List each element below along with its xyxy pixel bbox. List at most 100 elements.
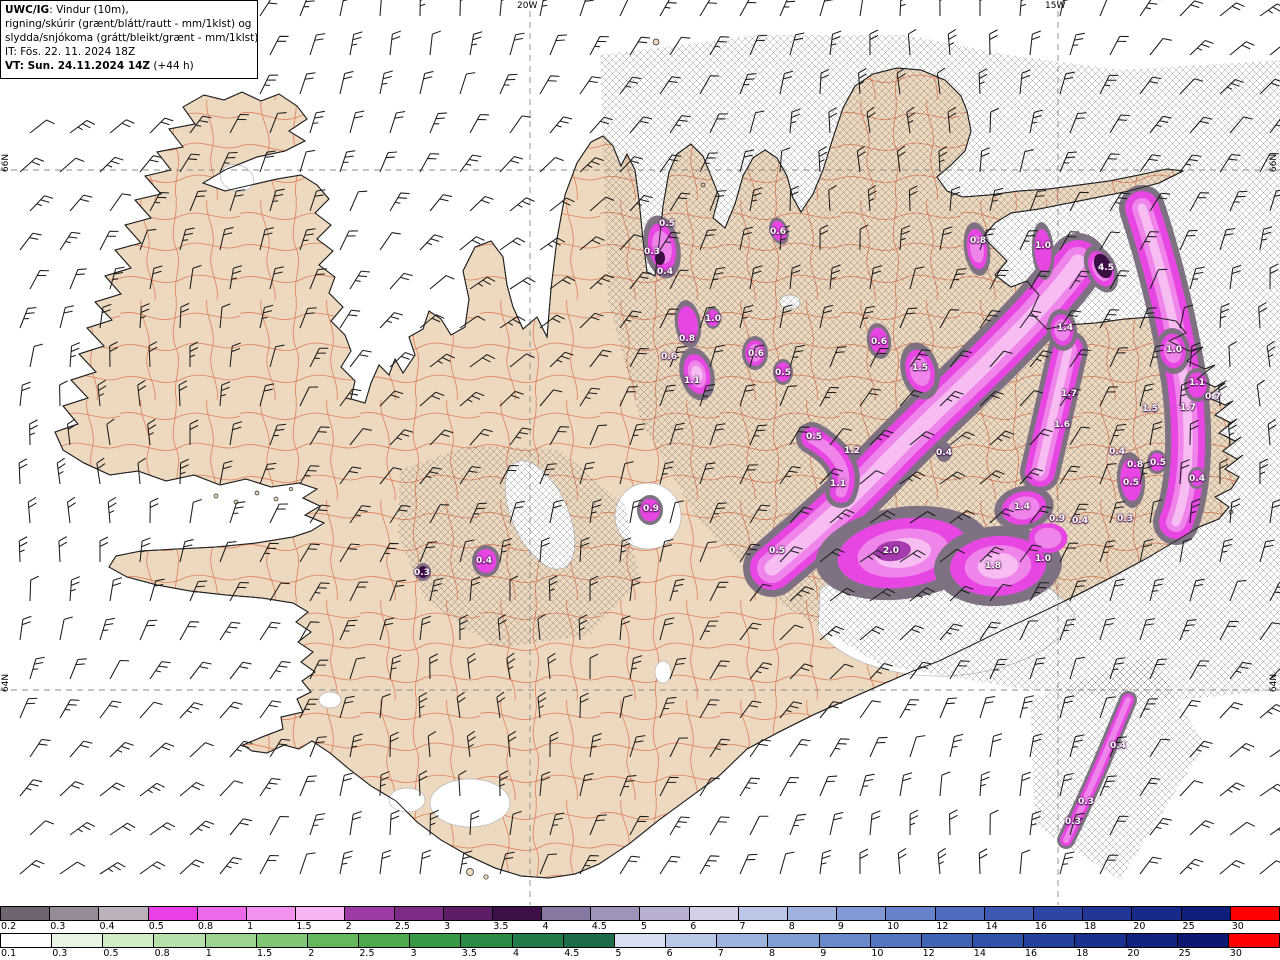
title-subtitle: : Vindur (10m), xyxy=(49,4,129,16)
legend-tick-label: 4.5 xyxy=(564,948,580,959)
legend-cell xyxy=(738,907,789,920)
legend-tick-label: 2.5 xyxy=(394,921,410,932)
legend-cell xyxy=(197,907,247,920)
lon-label-20w: 20W xyxy=(517,1,538,11)
legend-tick-label: 1 xyxy=(205,948,212,959)
legend-tick-label: 20 xyxy=(1127,948,1140,959)
legend-cell xyxy=(1,934,53,947)
legend-cell xyxy=(492,907,543,920)
legend-cell xyxy=(359,934,411,947)
legend-tick-label: 3 xyxy=(444,921,451,932)
snow-blob xyxy=(775,362,791,382)
legend-cell xyxy=(148,907,198,920)
legend-cell xyxy=(614,934,667,947)
island xyxy=(288,486,294,492)
lat-label-left-66n: 66N xyxy=(1,153,11,173)
legend-tick-label: 4.5 xyxy=(591,921,607,932)
legend-cell xyxy=(1230,907,1280,920)
weather-map-page: 0.5 0.3 0.4 0.6 0.8 1.0 4.5 1.0 0.8 0.6 1.1 0.6 0.5 0… xyxy=(0,0,1280,960)
legend-tick-label: 0.5 xyxy=(148,921,164,932)
legend-cell xyxy=(1034,907,1084,920)
title-box: UWC/IG: Vindur (10m), rigning/skúrir (gr… xyxy=(0,0,258,79)
legend-tick-label: 3.5 xyxy=(493,921,509,932)
legend-tick-label: 8 xyxy=(788,921,795,932)
legend-rain-ticks: 0.1 0.3 0.5 0.8 1 1.5 2 2.5 3 3.5 4 4.5 5 6 7 8 9 10 12 14 1… xyxy=(0,948,1280,960)
lat-label-right-66n: 66N xyxy=(1269,153,1279,173)
legend-cell xyxy=(443,907,493,920)
legend-rain-bar: 0.1 0.3 0.5 0.8 1 1.5 2 2.5 3 3.5 4 4.5 5 6 7 8 9 10 12 14 1… xyxy=(0,933,1280,960)
model-name: UWC/IG xyxy=(5,4,50,16)
valid-time-value: Sun. 24.11.2024 14Z xyxy=(27,59,151,72)
legend-cell xyxy=(1024,934,1076,947)
legend-tick-label: 3.5 xyxy=(461,948,477,959)
legend-cell xyxy=(99,907,149,920)
snow-blob xyxy=(707,309,719,327)
valid-time-label: VT: xyxy=(5,59,24,72)
legend-cell xyxy=(50,907,100,920)
island xyxy=(466,868,474,876)
legend-cell xyxy=(666,934,718,947)
legend-cell xyxy=(103,934,155,947)
legend-tick-label: 12 xyxy=(922,948,935,959)
legend-cell xyxy=(819,934,871,947)
legend-tick-label: 8 xyxy=(769,948,776,959)
snow-blob xyxy=(640,498,660,522)
lat-label-right-64n: 64N xyxy=(1269,673,1279,693)
glacier-myrdalsjokull xyxy=(429,778,511,828)
legend-cell xyxy=(205,934,257,947)
title-line-1: UWC/IG: Vindur (10m), xyxy=(5,4,251,18)
legend-tick-label: 0.3 xyxy=(50,921,66,932)
legend-tick-label: 2 xyxy=(345,921,352,932)
snow-blob xyxy=(1187,372,1207,398)
legend-tick-label: 3 xyxy=(410,948,417,959)
legend-tick-label: 0.4 xyxy=(99,921,115,932)
legend-cell xyxy=(1132,907,1182,920)
island xyxy=(652,38,660,46)
title-line-2: rigning/skúrir (grænt/blátt/rautt - mm/1… xyxy=(5,17,252,30)
island xyxy=(273,496,279,502)
legend-cell xyxy=(52,934,104,947)
legend-snow-ticks: 0.2 0.3 0.4 0.5 0.8 1 1.5 2 2.5 3 3.5 4 4.5 5 6 7 8 9 10 12… xyxy=(0,921,1280,933)
legend-tick-label: 20 xyxy=(1133,921,1146,932)
snow-blob xyxy=(475,549,497,573)
title-line-3: slydda/snjókoma (grátt/bleikt/grænt - mm… xyxy=(5,31,259,44)
valid-time-line: VT: Sun. 24.11.2024 14Z (+44 h) xyxy=(5,60,251,74)
legend-cell xyxy=(870,934,922,947)
lat-label-left-64n: 64N xyxy=(1,673,11,693)
init-time-value: Fös. 22. 11. 2024 18Z xyxy=(20,45,136,58)
legend-tick-label: 14 xyxy=(985,921,998,932)
snow-blob xyxy=(1149,453,1165,471)
legend-cell xyxy=(296,907,346,920)
snow-blob xyxy=(936,442,952,462)
legend-cell xyxy=(886,907,936,920)
lake xyxy=(654,660,672,684)
legend-cell xyxy=(984,907,1035,920)
legend-tick-label: 4 xyxy=(542,921,549,932)
legend-tick-label: 18 xyxy=(1076,948,1089,959)
legend-cell xyxy=(542,907,592,920)
legend-tick-label: 25 xyxy=(1182,921,1195,932)
legend-snow-swatches xyxy=(0,906,1280,921)
legend-cell xyxy=(461,934,513,947)
legend-tick-label: 18 xyxy=(1084,921,1097,932)
legend-cell xyxy=(394,907,444,920)
legend-cell xyxy=(640,907,690,920)
legend-tick-label: 10 xyxy=(887,921,900,932)
legend-tick-label: 2.5 xyxy=(359,948,375,959)
legend-tick-label: 0.3 xyxy=(52,948,68,959)
legend-cell xyxy=(1228,934,1280,947)
legend-cell xyxy=(512,934,564,947)
legend-tick-label: 6 xyxy=(666,948,673,959)
legend-cell xyxy=(246,907,297,920)
legend-cell xyxy=(935,907,985,920)
legend-tick-label: 6 xyxy=(690,921,697,932)
legend-cell xyxy=(717,934,769,947)
legend-tick-label: 30 xyxy=(1229,948,1242,959)
map-svg xyxy=(0,0,1280,905)
legend-tick-label: 0.1 xyxy=(1,948,17,959)
legend-tick-label: 4 xyxy=(513,948,520,959)
legend-cell xyxy=(689,907,739,920)
legend-cell xyxy=(973,934,1025,947)
legend-tick-label: 7 xyxy=(739,921,746,932)
init-time-line: IT: Fös. 22. 11. 2024 18Z xyxy=(5,46,251,60)
